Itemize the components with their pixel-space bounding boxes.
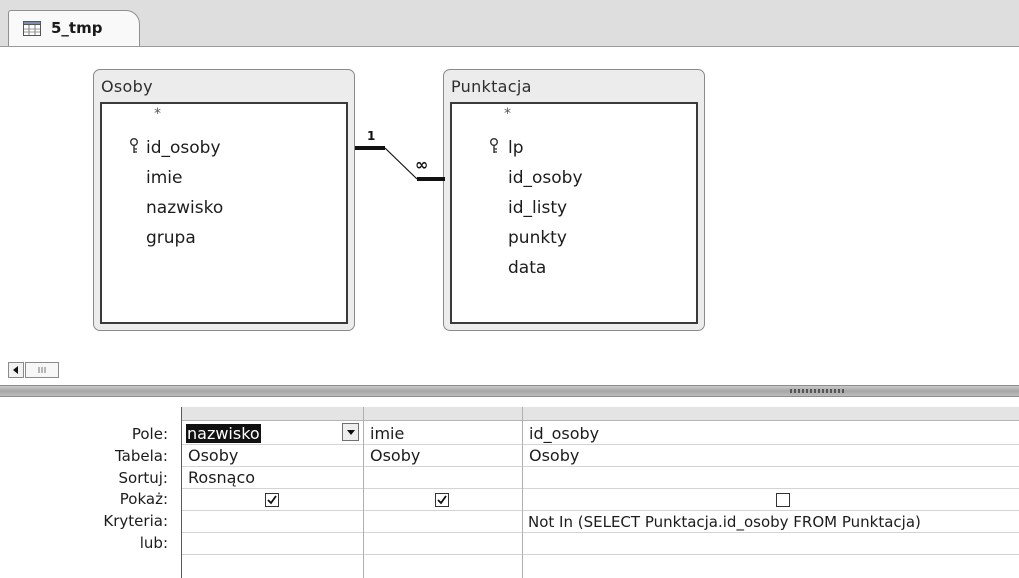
- tab-title: 5_tmp: [51, 19, 103, 37]
- pane-splitter[interactable]: [0, 385, 1019, 397]
- field-lp[interactable]: lp: [508, 138, 524, 158]
- field-id-osoby-punktacja[interactable]: id_osoby: [508, 168, 583, 188]
- field-list-osoby: * id_osoby imie nazwisko grupa: [100, 102, 348, 324]
- table-cell-col3[interactable]: Osoby: [523, 445, 1019, 467]
- table-title-osoby: Osoby: [101, 77, 153, 96]
- field-nazwisko[interactable]: nazwisko: [146, 198, 223, 218]
- grip-icon: [38, 367, 46, 373]
- diagram-horizontal-scrollbar[interactable]: [0, 357, 1019, 385]
- column-selector-2[interactable]: [364, 407, 522, 421]
- field-data[interactable]: data: [508, 258, 546, 278]
- primary-key-icon: [490, 138, 498, 153]
- field-all-osoby[interactable]: *: [154, 106, 161, 122]
- or-cell-col2[interactable]: [364, 533, 522, 555]
- scroll-thumb[interactable]: [25, 362, 59, 378]
- arrow-left-icon: [13, 366, 18, 374]
- field-id-listy[interactable]: id_listy: [508, 198, 567, 218]
- field-cell-col3[interactable]: id_osoby: [523, 423, 1019, 445]
- checkmark-icon: [437, 495, 447, 505]
- show-checkbox-col3[interactable]: [776, 493, 790, 507]
- sort-cell-col1[interactable]: Rosnąco: [182, 467, 363, 489]
- relationship-one-label: 1: [367, 129, 376, 143]
- field-punkty[interactable]: punkty: [508, 228, 567, 248]
- field-all-punktacja[interactable]: *: [504, 106, 511, 122]
- field-imie[interactable]: imie: [146, 168, 182, 188]
- row-label-criteria: Kryteria:: [103, 512, 168, 530]
- table-cell-col1[interactable]: Osoby: [182, 445, 363, 467]
- splitter-grip-icon: [790, 389, 846, 393]
- show-cell-col3: [523, 489, 1019, 511]
- row-label-table: Tabela:: [114, 447, 168, 465]
- show-checkbox-col2[interactable]: [435, 493, 449, 507]
- table-cell-col2[interactable]: Osoby: [364, 445, 522, 467]
- table-title-punktacja: Punktacja: [451, 77, 532, 96]
- table-window-punktacja[interactable]: Punktacja * lp id_osoby id_listy punkty …: [443, 69, 705, 331]
- field-value-col1: nazwisko: [186, 424, 261, 443]
- tab-query-5-tmp[interactable]: 5_tmp: [8, 10, 140, 46]
- criteria-cell-col2[interactable]: [364, 511, 522, 533]
- sort-cell-col2[interactable]: [364, 467, 522, 489]
- scroll-left-button[interactable]: [8, 362, 24, 378]
- row-label-sort: Sortuj:: [118, 469, 168, 487]
- field-cell-col1[interactable]: nazwisko: [182, 423, 363, 445]
- field-grupa[interactable]: grupa: [146, 228, 196, 248]
- checkmark-icon: [267, 495, 277, 505]
- sort-cell-col3[interactable]: [523, 467, 1019, 489]
- field-cell-col2[interactable]: imie: [364, 423, 522, 445]
- or-cell-col1[interactable]: [182, 533, 363, 555]
- table-diagram-pane: Osoby * id_osoby imie nazwisko grupa Pun…: [0, 47, 1019, 357]
- criteria-cell-col3[interactable]: Not In (SELECT Punktacja.id_osoby FROM P…: [523, 511, 1019, 533]
- or-cell-col3[interactable]: [523, 533, 1019, 555]
- table-window-osoby[interactable]: Osoby * id_osoby imie nazwisko grupa: [93, 69, 355, 331]
- row-label-or: lub:: [139, 534, 168, 552]
- row-label-field: Pole:: [131, 425, 168, 443]
- query-design-grid: Pole: Tabela: Sortuj: Pokaż: Kryteria: l…: [0, 397, 1019, 578]
- document-tab-bar: 5_tmp: [0, 0, 1019, 47]
- query-design-icon: [23, 21, 41, 36]
- column-selector-1[interactable]: [181, 407, 363, 421]
- field-dropdown-button[interactable]: [342, 423, 359, 441]
- primary-key-icon: [130, 138, 138, 153]
- relationship-many-label: ∞: [415, 155, 428, 174]
- show-checkbox-col1[interactable]: [265, 493, 279, 507]
- field-id-osoby[interactable]: id_osoby: [146, 138, 221, 158]
- criteria-cell-col1[interactable]: [182, 511, 363, 533]
- row-label-show: Pokaż:: [119, 490, 168, 508]
- field-list-punktacja: * lp id_osoby id_listy punkty data: [450, 102, 698, 324]
- column-selector-3[interactable]: [523, 407, 1019, 421]
